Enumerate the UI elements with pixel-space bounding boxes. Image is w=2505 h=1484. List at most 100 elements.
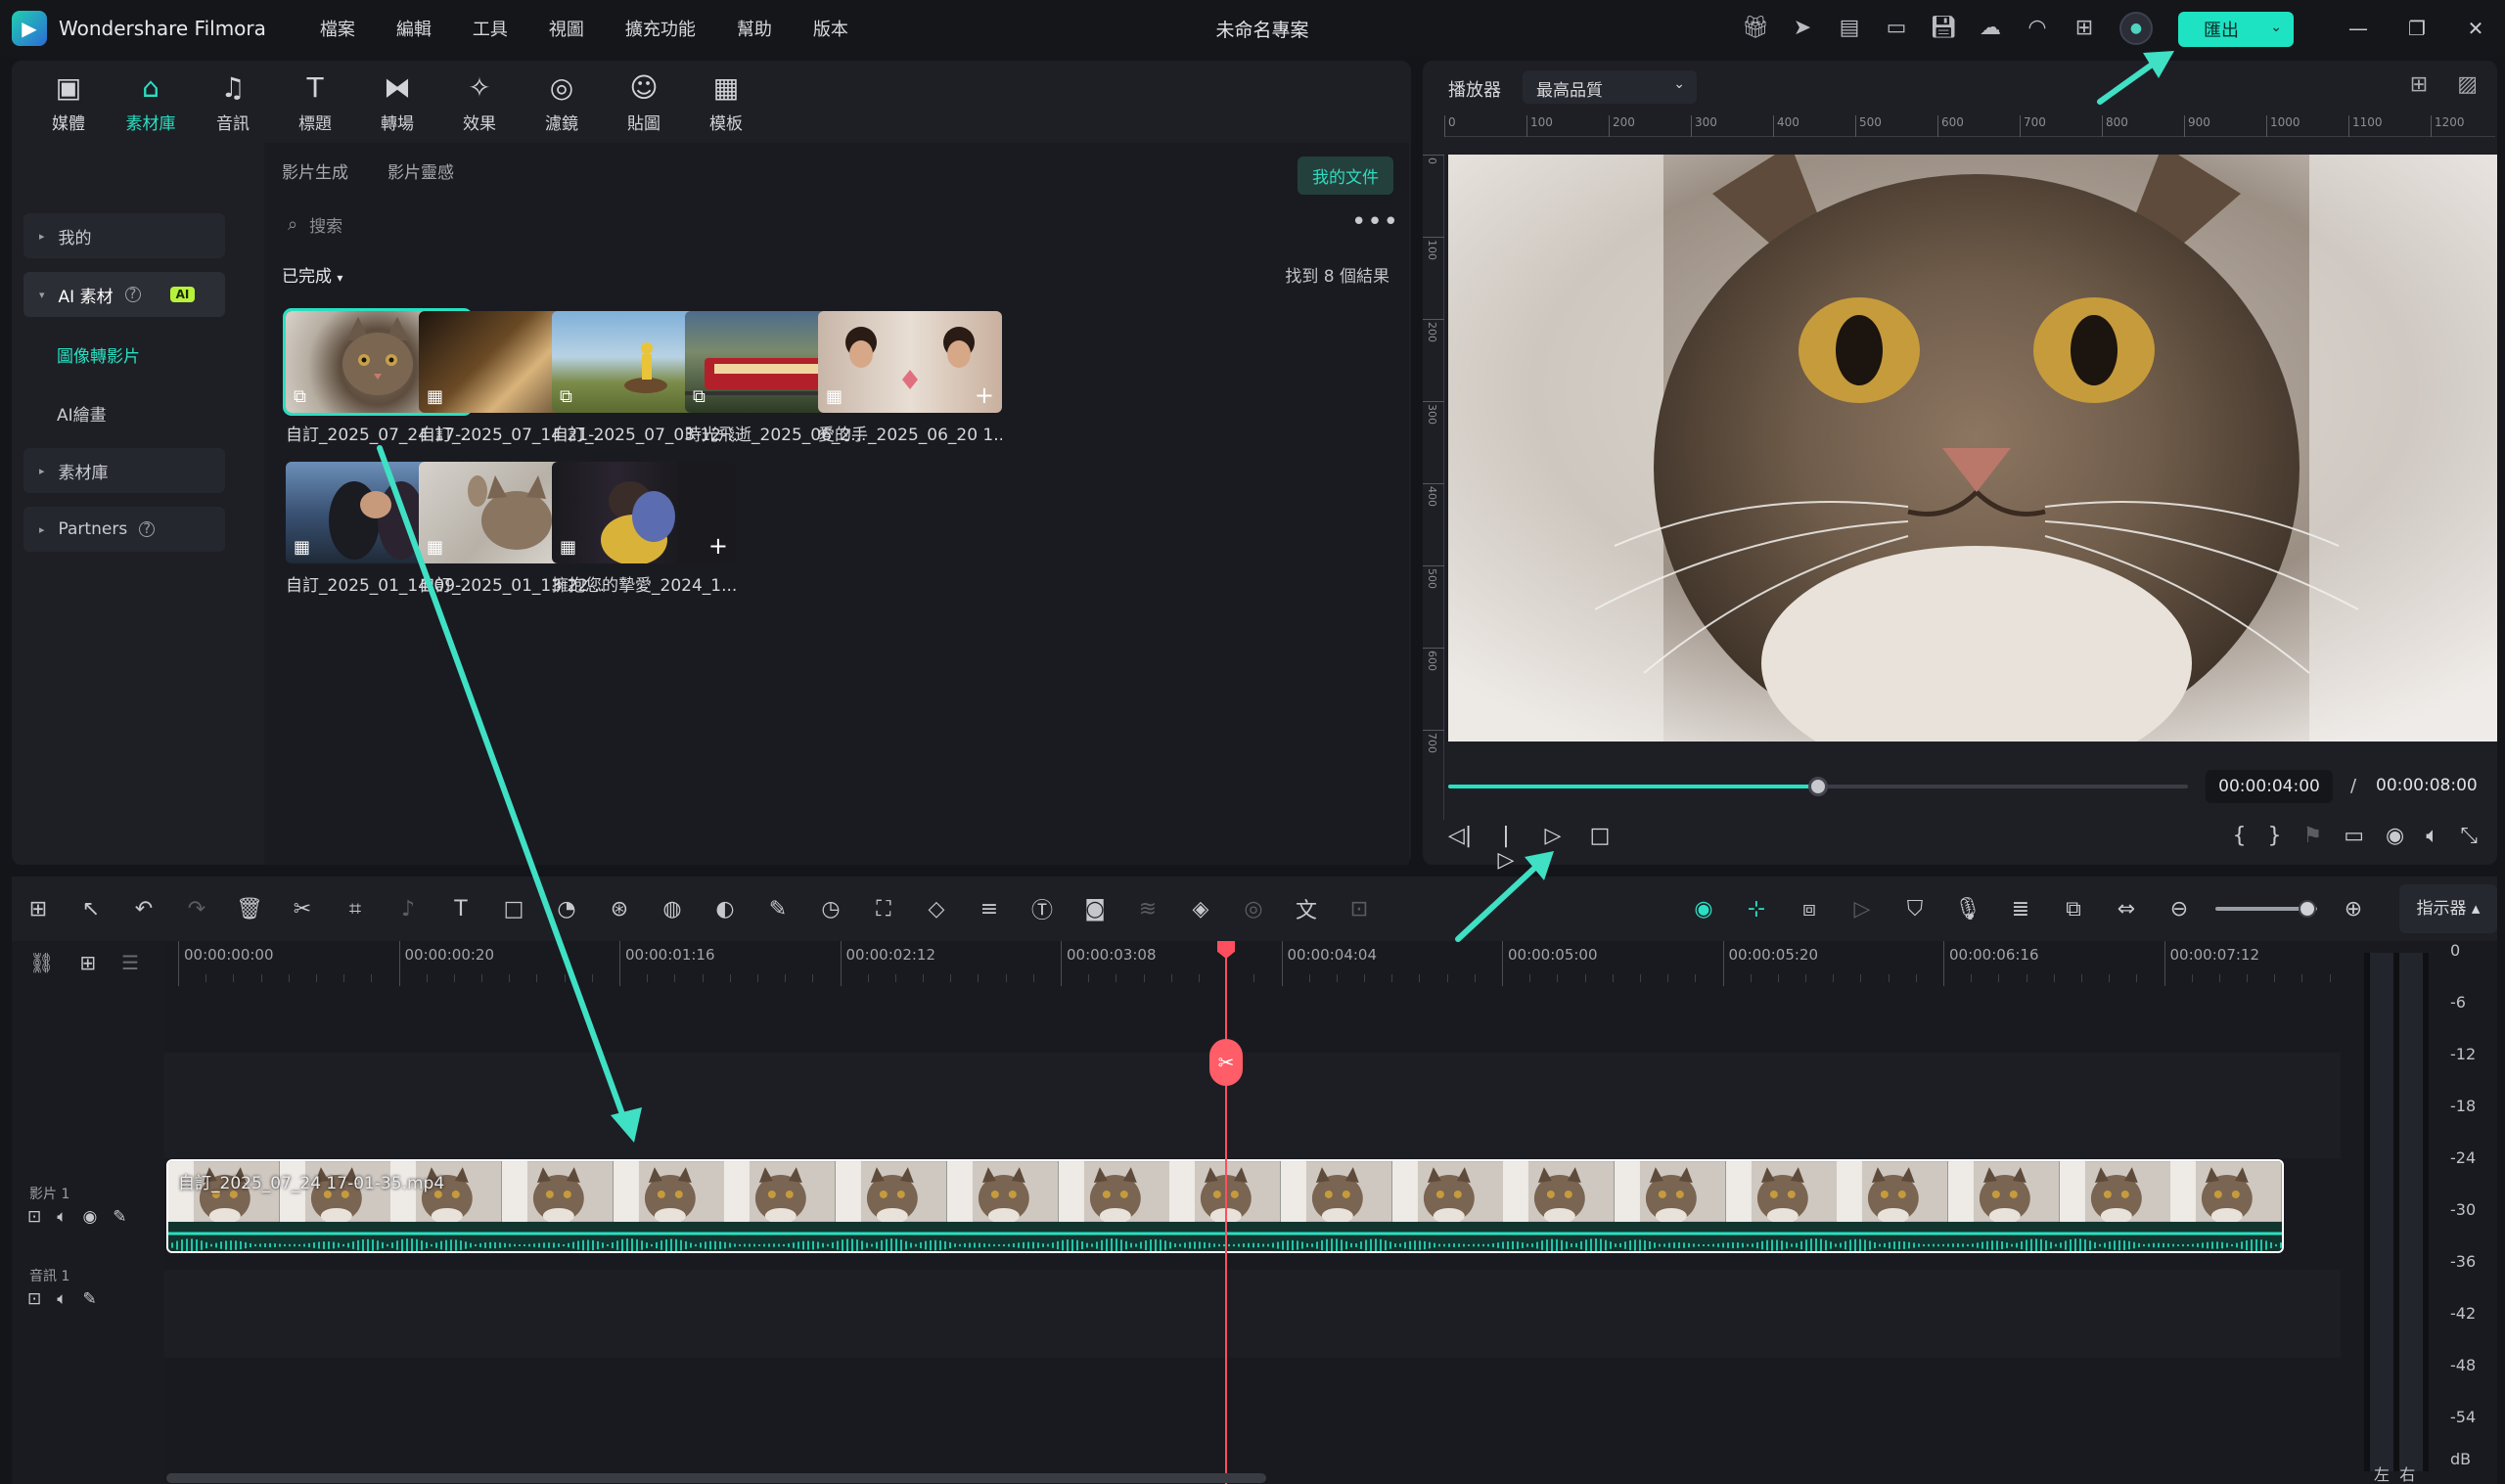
menu-help[interactable]: 幫助 xyxy=(737,16,772,41)
crop-icon[interactable]: ⌗ xyxy=(329,897,382,922)
fit-timeline-icon[interactable]: ⇔ xyxy=(2100,897,2153,922)
user-avatar[interactable]: ● xyxy=(2119,12,2153,45)
tab-video-generation[interactable]: 影片生成 xyxy=(282,158,348,183)
menu-extensions[interactable]: 擴充功能 xyxy=(625,16,696,41)
timeline-zoom-slider[interactable] xyxy=(2215,900,2317,918)
stabilize-icon[interactable]: ≋ xyxy=(1121,897,1174,922)
media-manager-icon[interactable]: ▤ xyxy=(1836,12,1863,45)
keyframe-icon[interactable]: ◇ xyxy=(910,897,963,922)
current-time[interactable]: 00:00:04:00 xyxy=(2206,770,2333,803)
progress-handle[interactable] xyxy=(1808,777,1828,796)
tab-video-inspiration[interactable]: 影片靈感 xyxy=(387,158,454,183)
tab-effects[interactable]: ✧ 效果 xyxy=(438,61,521,141)
split-icon[interactable]: ✂ xyxy=(276,897,329,922)
undo-icon[interactable]: ↶ xyxy=(117,897,170,922)
volume-icon[interactable]: 🔈︎ xyxy=(2426,824,2438,848)
microphone-icon[interactable]: 🎙︎ xyxy=(1941,897,1994,922)
display-icon[interactable]: ▭ xyxy=(2344,824,2364,848)
next-frame-icon[interactable]: |▷ xyxy=(1495,824,1517,873)
eye-icon[interactable]: ◉ xyxy=(82,1207,97,1227)
select-tool-icon[interactable]: ↖ xyxy=(65,897,117,922)
tab-transitions[interactable]: ⧓ 轉場 xyxy=(356,61,438,141)
playhead[interactable] xyxy=(1225,941,1227,1484)
fullscreen-icon[interactable]: ⤡ xyxy=(2460,824,2478,848)
cloud-upload-icon[interactable]: ☁ xyxy=(1977,12,2004,45)
menu-tools[interactable]: 工具 xyxy=(473,16,508,41)
sidebar-item-image-to-video[interactable]: 圖像轉影片 xyxy=(57,342,140,367)
layout-icon[interactable]: ▭ xyxy=(1883,12,1910,45)
lock-icon[interactable]: ⊡ xyxy=(27,1207,41,1227)
sidebar-item-partners[interactable]: ▸ Partners? xyxy=(23,507,225,552)
tab-audio[interactable]: ♫ 音訊 xyxy=(192,61,274,141)
shield-icon[interactable]: ⛉ xyxy=(1889,897,1941,922)
media-card[interactable]: ▦ + 擁抱您的摯愛_2024_1... xyxy=(552,462,740,596)
audio-mix-icon[interactable]: ≣ xyxy=(1994,897,2047,922)
shape-icon[interactable]: □ xyxy=(487,897,540,922)
text-icon[interactable]: T xyxy=(434,897,487,922)
apps-grid-icon[interactable]: ⊞ xyxy=(2071,12,2098,45)
add-icon[interactable]: + xyxy=(975,382,994,409)
color-icon[interactable]: ⊛ xyxy=(593,897,646,922)
mask-icon[interactable]: ◈ xyxy=(1174,897,1227,922)
volume-icon[interactable]: 🔈︎ xyxy=(57,1207,67,1227)
add-icon[interactable]: + xyxy=(708,532,728,560)
sidebar-item-mine[interactable]: ▸ 我的 xyxy=(23,213,225,258)
image-preview-icon[interactable]: ▨ xyxy=(2457,72,2478,97)
status-filter-dropdown[interactable]: 已完成 ▾ xyxy=(282,262,342,287)
menu-view[interactable]: 視圖 xyxy=(549,16,584,41)
grid-view-icon[interactable]: ⊞ xyxy=(2410,72,2428,97)
help-icon[interactable]: ? xyxy=(124,287,141,302)
mark-out-icon[interactable]: } xyxy=(2267,824,2281,848)
tab-filters[interactable]: ◎ 濾鏡 xyxy=(521,61,603,141)
ai-cutout-icon[interactable]: ◍ xyxy=(646,897,699,922)
speed-icon[interactable]: ◔ xyxy=(540,897,593,922)
menu-edit[interactable]: 編輯 xyxy=(396,16,432,41)
sidebar-item-stock[interactable]: ▸ 素材庫 xyxy=(23,448,225,493)
meter-toggle-button[interactable]: 指示器 ▴ xyxy=(2399,884,2497,933)
track-manager-icon[interactable]: ☰ xyxy=(121,951,139,974)
motion-icon[interactable]: ◎ xyxy=(1227,897,1280,922)
zoom-in-icon[interactable]: ⊕ xyxy=(2327,897,2380,922)
audio-detach-icon[interactable]: ♪ xyxy=(382,897,434,922)
previous-frame-icon[interactable]: ◁| xyxy=(1448,824,1472,873)
redo-icon[interactable]: ↷ xyxy=(170,897,223,922)
snapshot-icon[interactable]: ◉ xyxy=(2386,824,2404,848)
lock-icon[interactable]: ⊡ xyxy=(27,1289,41,1309)
ai-audio-icon[interactable]: ◐ xyxy=(699,897,752,922)
pip-icon[interactable]: ⧉ xyxy=(2047,897,2100,922)
menu-file[interactable]: 檔案 xyxy=(320,16,355,41)
support-headset-icon[interactable]: ◠ xyxy=(2024,12,2051,45)
volume-icon[interactable]: 🔈︎ xyxy=(57,1289,67,1309)
my-files-button[interactable]: 我的文件 xyxy=(1298,157,1393,195)
audio-wave-icon[interactable]: ◙ xyxy=(1069,897,1121,922)
media-card[interactable]: ▦ + 愛的手_2025_06_20 1... xyxy=(818,311,1006,445)
menu-version[interactable]: 版本 xyxy=(813,16,848,41)
scene-detect-icon[interactable]: ⧈ xyxy=(1783,897,1836,922)
audio-track[interactable] xyxy=(164,1270,2341,1358)
search-input[interactable]: ⌕ 搜索 xyxy=(274,203,1389,245)
minimize-icon[interactable]: — xyxy=(2329,0,2388,57)
help-icon[interactable]: ? xyxy=(139,521,156,537)
playback-progress-slider[interactable] xyxy=(1448,777,2188,796)
adjust-icon[interactable]: ≡ xyxy=(963,897,1016,922)
gift-icon[interactable]: 🎁︎ xyxy=(1742,12,1769,45)
auto-edit-icon[interactable]: ✎ xyxy=(113,1207,126,1227)
layout-grid-icon[interactable]: ⊞ xyxy=(12,897,65,922)
stop-icon[interactable]: □ xyxy=(1589,824,1611,873)
auto-reframe-icon[interactable]: ⛶ xyxy=(857,897,910,922)
play-icon[interactable]: ▷ xyxy=(1542,824,1564,873)
mark-in-icon[interactable]: { xyxy=(2232,824,2246,848)
tab-media[interactable]: ▣ 媒體 xyxy=(27,61,110,141)
export-button[interactable]: 匯出 ⌄ xyxy=(2178,12,2294,47)
timeline-scrollbar[interactable] xyxy=(166,1473,1266,1483)
send-icon[interactable]: ➤ xyxy=(1789,12,1816,45)
auto-edit-icon[interactable]: ✎ xyxy=(82,1289,96,1309)
more-options-icon[interactable]: ••• xyxy=(1351,207,1399,237)
add-track-icon[interactable]: ⊞ xyxy=(79,951,96,974)
link-icon[interactable]: ⛓ xyxy=(29,951,54,974)
split-scissors-icon[interactable]: ✂ xyxy=(1209,1039,1243,1086)
ai-assistant-icon[interactable]: ◉ xyxy=(1677,897,1730,922)
render-preview-icon[interactable]: ▷ xyxy=(1836,897,1889,922)
delete-icon[interactable]: 🗑︎ xyxy=(223,897,276,922)
save-icon[interactable]: 💾︎ xyxy=(1930,12,1957,45)
